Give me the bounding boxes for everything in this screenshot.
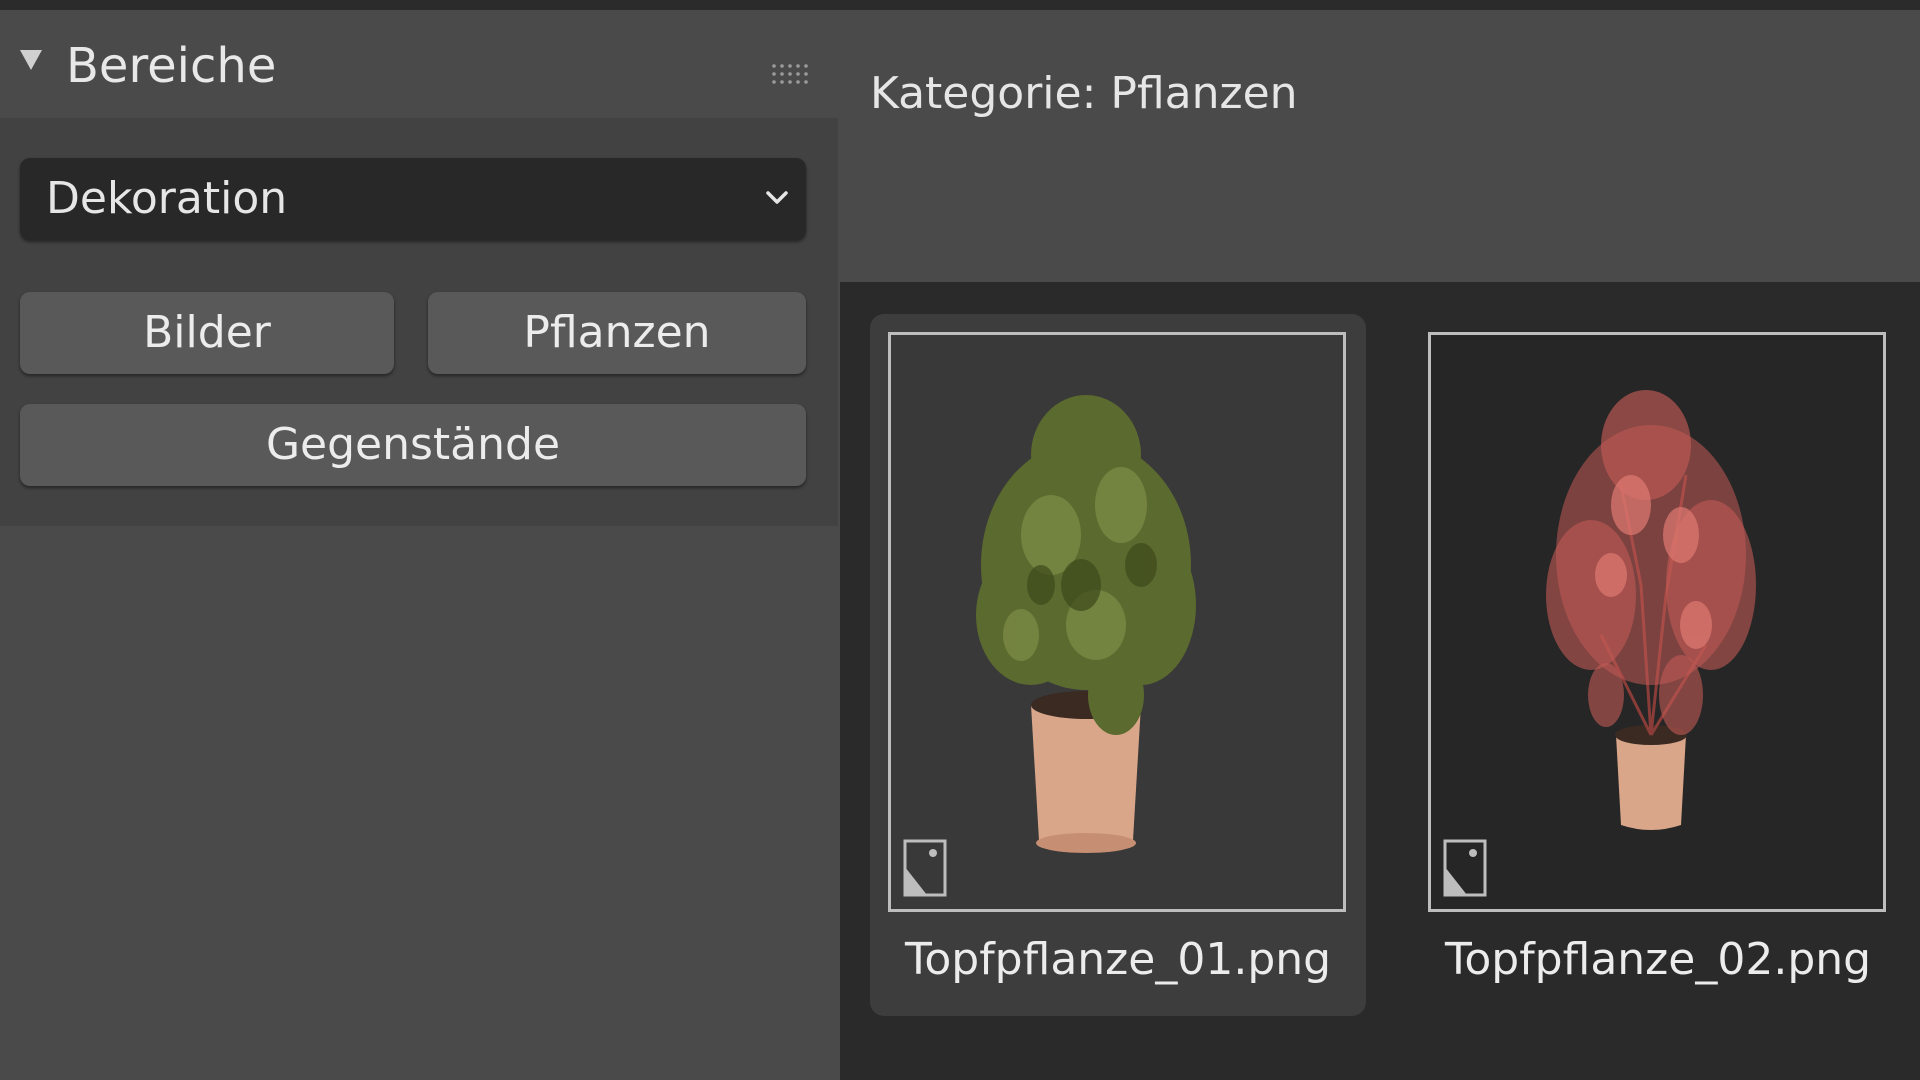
window-top-border [0,0,1920,10]
library-dropdown-value: Dekoration [46,173,288,224]
catalog-button-gegenstaende[interactable]: Gegenstände [20,404,806,486]
asset-thumbnail[interactable] [888,332,1346,912]
asset-browser-window: Bereiche Dekoration Bilder Pflanzen Gege… [0,0,1920,1080]
potted-plant-thumbnail-image [976,395,1196,853]
asset-tile[interactable]: Topfpflanze_01.png [870,314,1366,1016]
panel-body: Dekoration Bilder Pflanzen Gegenstände [0,118,838,526]
asset-grid: Topfpflanze_01.png Topfpflanze_02.png [840,282,1920,1080]
chevron-down-icon [766,191,788,204]
asset-tile[interactable]: Topfpflanze_02.png [1410,314,1906,1016]
asset-filename: Topfpflanze_02.png [1444,934,1872,985]
catalog-button-pflanzen[interactable]: Pflanzen [428,292,806,374]
asset-filename: Topfpflanze_01.png [904,934,1332,985]
panel-header[interactable]: Bereiche [0,10,838,118]
browser-header: Kategorie: Pflanzen [838,10,1920,282]
asset-thumbnail[interactable] [1428,332,1886,912]
catalog-button-bilder[interactable]: Bilder [20,292,394,374]
sidebar-panel: Bereiche Dekoration Bilder Pflanzen Gege… [0,10,838,1080]
disclosure-triangle-down-icon[interactable] [20,50,42,70]
category-label: Kategorie: Pflanzen [870,68,1298,119]
drag-grip-icon[interactable] [770,62,810,86]
image-file-icon [903,839,947,897]
panel-title: Bereiche [66,38,277,94]
library-dropdown[interactable]: Dekoration [20,158,806,240]
image-file-icon [1443,839,1487,897]
potted-plant-thumbnail-image [1546,390,1756,830]
